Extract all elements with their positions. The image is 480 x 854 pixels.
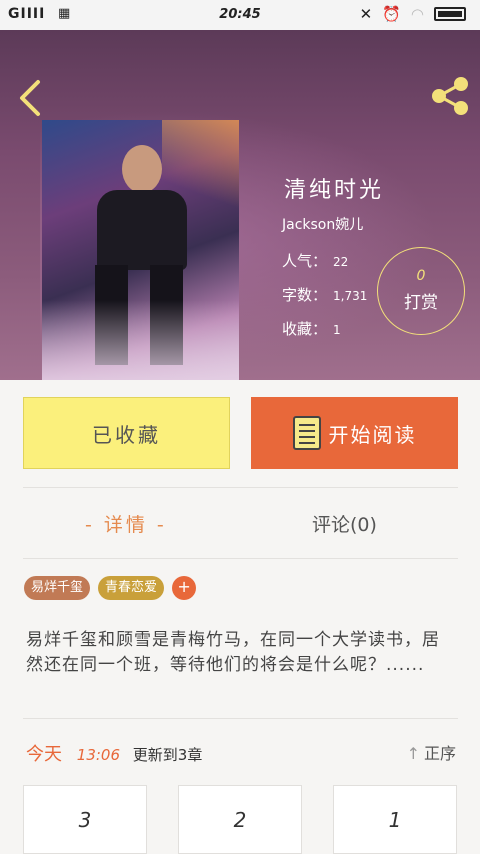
update-day: 今天 — [26, 744, 62, 765]
stat-value: 1 — [333, 323, 341, 337]
book-hero: 清纯时光 Jackson婉儿 人气： 22 字数： 1,731 收藏： 1 0 打赏 — [0, 30, 480, 380]
tip-label: 打赏 — [404, 293, 438, 313]
wifi-icon: ◠ — [410, 5, 424, 23]
tab-comment[interactable]: 评论(0) — [312, 510, 377, 537]
battery-icon — [434, 7, 466, 21]
update-time: 13:06 — [76, 746, 121, 764]
sort-order-button[interactable]: ↑ 正序 — [407, 740, 456, 764]
tag-list: 易烊千玺 青春恋爱 + — [24, 576, 197, 600]
mute-icon: ✕ — [359, 5, 373, 23]
alarm-icon: ⏰ — [382, 5, 401, 23]
arrow-up-icon: ↑ — [406, 744, 420, 763]
chapter-item[interactable]: 3 — [23, 785, 147, 854]
chapter-item[interactable]: 2 — [178, 785, 302, 854]
divider — [23, 558, 458, 559]
stat-label: 收藏： — [282, 320, 328, 338]
tag-item[interactable]: 易烊千玺 — [24, 576, 91, 600]
status-icons: ✕ ⏰ ◠ — [360, 5, 466, 23]
update-status: 更新到3章 — [132, 746, 203, 764]
favorited-button[interactable]: 已收藏 — [23, 397, 230, 469]
start-reading-label: 开始阅读 — [328, 422, 417, 447]
sort-label: 正序 — [423, 744, 456, 763]
add-tag-button[interactable]: + — [172, 576, 197, 600]
start-reading-button[interactable]: 开始阅读 — [251, 397, 458, 469]
divider — [23, 487, 458, 488]
divider — [23, 718, 458, 719]
tab-detail[interactable]: - 详情 - — [85, 510, 167, 537]
back-arrow-icon[interactable] — [16, 78, 46, 118]
book-icon — [292, 416, 321, 450]
tip-count: 0 — [416, 268, 426, 284]
share-icon[interactable] — [428, 74, 472, 118]
stat-word-count: 字数： 1,731 — [282, 284, 367, 305]
update-info: 今天 13:06 更新到3章 ↑ 正序 — [26, 740, 456, 765]
favorited-label: 已收藏 — [92, 422, 161, 447]
stat-label: 字数： — [282, 286, 328, 304]
tag-item[interactable]: 青春恋爱 — [98, 576, 165, 600]
stat-value: 22 — [333, 255, 349, 269]
book-cover-image — [42, 120, 239, 380]
stat-value: 1,731 — [333, 289, 368, 303]
chapter-item[interactable]: 1 — [333, 785, 457, 854]
tip-button[interactable]: 0 打赏 — [377, 247, 465, 335]
status-bar: GIIII ▦ 20:45 ✕ ⏰ ◠ — [0, 0, 480, 30]
stat-popularity: 人气： 22 — [282, 250, 348, 271]
book-author: Jackson婉儿 — [282, 217, 364, 233]
book-title: 清纯时光 — [284, 178, 385, 203]
stat-favorites: 收藏： 1 — [282, 318, 341, 339]
book-description: 易烊千玺和顾雪是青梅竹马，在同一个大学读书，居然还在同一个班，等待他们的将会是什… — [26, 630, 440, 675]
stat-label: 人气： — [282, 252, 328, 270]
